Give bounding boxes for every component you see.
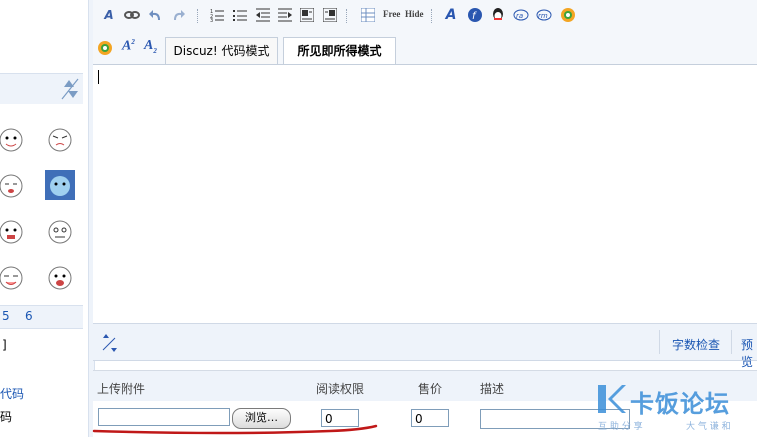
col-upload-attachment: 上传附件 (97, 382, 146, 396)
smilies-pager: 5 6 (0, 305, 83, 329)
left-fragment-bracket: ] (2, 338, 7, 352)
align-left-icon[interactable] (300, 8, 314, 22)
toolbar-separator (431, 9, 433, 23)
col-price: 售价 (418, 382, 443, 396)
outdent-icon[interactable] (256, 8, 270, 22)
hide-tag-icon[interactable]: Hide (405, 9, 424, 19)
smiley-icon[interactable] (45, 170, 75, 200)
smiley-icon[interactable] (45, 262, 75, 292)
smilies-header (0, 73, 83, 105)
svg-text:rm: rm (538, 12, 548, 20)
smiley-icon[interactable] (45, 124, 75, 154)
smiley-icon[interactable] (0, 124, 26, 154)
media-icon[interactable] (560, 7, 576, 23)
read-permission-input[interactable]: 0 (321, 409, 359, 427)
superscript-icon[interactable]: A2 (122, 38, 135, 55)
status-divider (731, 330, 732, 354)
indent-icon[interactable] (278, 8, 292, 22)
status-divider (659, 330, 660, 354)
tab-code-mode[interactable]: Discuz! 代码模式 (165, 37, 278, 64)
editor-status-bar: 字数检查 预览 (93, 323, 757, 369)
media-player-icon[interactable] (97, 40, 113, 56)
smiley-icon[interactable] (0, 170, 26, 200)
tab-wysiwyg-mode[interactable]: 所见即所得模式 (283, 37, 396, 65)
toggle-arrows-icon[interactable] (60, 77, 80, 101)
col-description: 描述 (480, 382, 505, 396)
pager-page-5[interactable]: 5 (2, 309, 10, 323)
subscript-icon[interactable]: A2 (144, 38, 157, 55)
preview-link[interactable]: 预览 (741, 336, 757, 370)
remove-format-icon[interactable]: A (101, 7, 117, 23)
resize-editor-icon[interactable] (99, 332, 119, 354)
editor-text-area[interactable] (93, 64, 757, 324)
col-read-permission: 阅读权限 (316, 382, 365, 396)
text-caret (98, 70, 99, 84)
smiley-icon[interactable] (0, 262, 26, 292)
real-media-icon[interactable]: ra (513, 8, 529, 22)
undo-icon[interactable] (148, 7, 164, 23)
browse-button[interactable]: 浏览… (232, 408, 291, 429)
svg-text:3: 3 (210, 18, 213, 22)
font-icon[interactable]: A (443, 7, 459, 23)
file-path-input[interactable] (98, 408, 230, 426)
flash-icon[interactable]: f (467, 7, 483, 23)
smilies-grid (0, 104, 83, 326)
toolbar-separator (346, 9, 348, 23)
qq-icon[interactable] (490, 7, 506, 23)
kafan-logo-icon (598, 385, 626, 413)
ordered-list-icon[interactable]: 123 (210, 8, 224, 22)
smiley-icon[interactable] (0, 216, 26, 246)
kafan-watermark: 卡饭论坛 互 助 分 享 大 气 谦 和 (594, 381, 757, 437)
toolbar-separator (197, 9, 199, 23)
price-input[interactable]: 0 (411, 409, 449, 427)
link-icon[interactable] (124, 8, 140, 22)
word-check-link[interactable]: 字数检查 (672, 336, 720, 353)
align-right-icon[interactable] (323, 8, 337, 22)
watermark-slogan-right: 大 气 谦 和 (686, 422, 731, 432)
svg-text:ra: ra (516, 12, 523, 20)
free-tag-icon[interactable]: Free (383, 9, 400, 19)
unordered-list-icon[interactable] (233, 8, 247, 22)
left-fragment-code-link[interactable]: 代码 (0, 385, 24, 402)
redo-icon[interactable] (170, 7, 186, 23)
windows-media-icon[interactable]: rm (536, 8, 552, 22)
smiley-icon[interactable] (45, 216, 75, 246)
left-fragment-text: 码 (0, 410, 13, 424)
pager-page-6[interactable]: 6 (25, 309, 33, 323)
watermark-slogan-left: 互 助 分 享 (598, 422, 643, 432)
watermark-brand: 卡饭论坛 (630, 390, 730, 418)
table-icon[interactable] (361, 8, 375, 22)
